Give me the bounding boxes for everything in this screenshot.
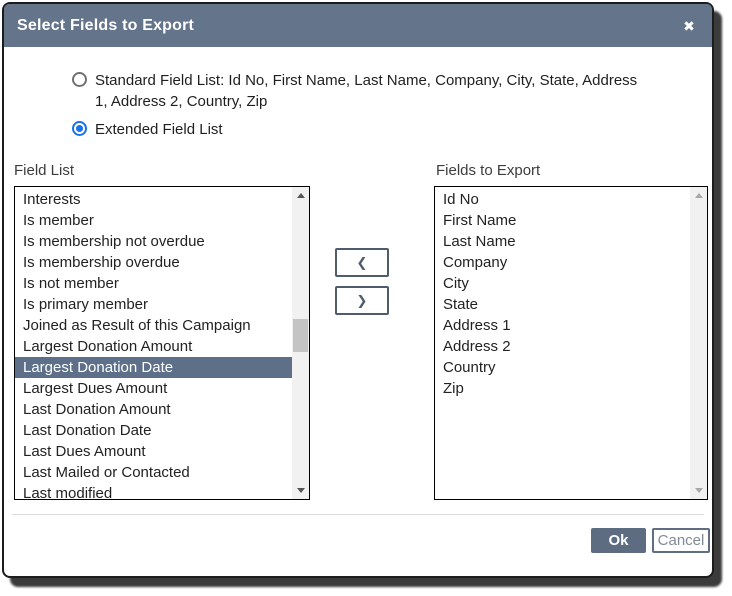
dialog-title: Select Fields to Export [17,4,194,47]
list-item[interactable]: Address 2 [435,336,690,357]
list-item[interactable]: First Name [435,210,690,231]
cancel-button[interactable]: Cancel [652,528,710,553]
field-list-box[interactable]: InterestsIs memberIs membership not over… [14,186,310,500]
list-item[interactable]: Joined as Result of this Campaign [15,315,292,336]
list-item[interactable]: Largest Donation Date [15,357,292,378]
list-item[interactable]: Is not member [15,273,292,294]
close-icon[interactable]: ✖ [678,15,700,37]
list-item[interactable]: Id No [435,189,690,210]
fields-to-export-scrollbar[interactable] [690,187,707,499]
list-item[interactable]: Country [435,357,690,378]
scrollbar-thumb[interactable] [293,319,308,352]
radio-selected-icon[interactable] [72,121,87,136]
screen-background: Select Fields to Export ✖ Standard Field… [0,0,732,596]
move-right-button[interactable]: ❯ [335,286,389,315]
radio-unselected-icon[interactable] [72,72,87,87]
chevron-right-icon: ❯ [357,293,368,309]
list-item[interactable]: Is membership overdue [15,252,292,273]
list-item[interactable]: City [435,273,690,294]
chevron-left-icon: ❮ [357,255,368,271]
list-item[interactable]: Is primary member [15,294,292,315]
ok-button[interactable]: Ok [591,528,646,553]
list-item[interactable]: Last Name [435,231,690,252]
list-item[interactable]: Last Dues Amount [15,441,292,462]
scroll-up-icon[interactable] [690,187,707,204]
list-item[interactable]: Last Donation Date [15,420,292,441]
list-item[interactable]: Company [435,252,690,273]
fields-to-export-items: Id NoFirst NameLast NameCompanyCityState… [435,189,690,499]
list-item[interactable]: Last modified [15,483,292,499]
scroll-down-icon[interactable] [292,482,309,499]
list-item[interactable]: Last Donation Amount [15,399,292,420]
list-item[interactable]: State [435,294,690,315]
list-item[interactable]: Largest Dues Amount [15,378,292,399]
radio-standard-field-list[interactable]: Standard Field List: Id No, First Name, … [72,70,652,112]
radio-standard-label: Standard Field List: Id No, First Name, … [95,70,652,112]
field-list-scrollbar[interactable] [292,187,309,499]
move-left-button[interactable]: ❮ [335,248,389,277]
radio-extended-label: Extended Field List [95,119,223,140]
field-list-label: Field List [14,162,74,179]
fields-to-export-box[interactable]: Id NoFirst NameLast NameCompanyCityState… [434,186,708,500]
list-item[interactable]: Last Mailed or Contacted [15,462,292,483]
list-item[interactable]: Zip [435,378,690,399]
list-item[interactable]: Largest Donation Amount [15,336,292,357]
field-list-items: InterestsIs memberIs membership not over… [15,189,292,499]
footer-divider [12,514,704,515]
list-item[interactable]: Address 1 [435,315,690,336]
select-fields-dialog: Select Fields to Export ✖ Standard Field… [2,2,714,578]
scroll-up-icon[interactable] [292,187,309,204]
fields-to-export-label: Fields to Export [436,162,540,179]
list-item[interactable]: Is membership not overdue [15,231,292,252]
list-item[interactable]: Is member [15,210,292,231]
scroll-down-icon[interactable] [690,482,707,499]
radio-extended-field-list[interactable]: Extended Field List [72,119,223,140]
list-item[interactable]: Interests [15,189,292,210]
dialog-header: Select Fields to Export ✖ [4,4,712,47]
